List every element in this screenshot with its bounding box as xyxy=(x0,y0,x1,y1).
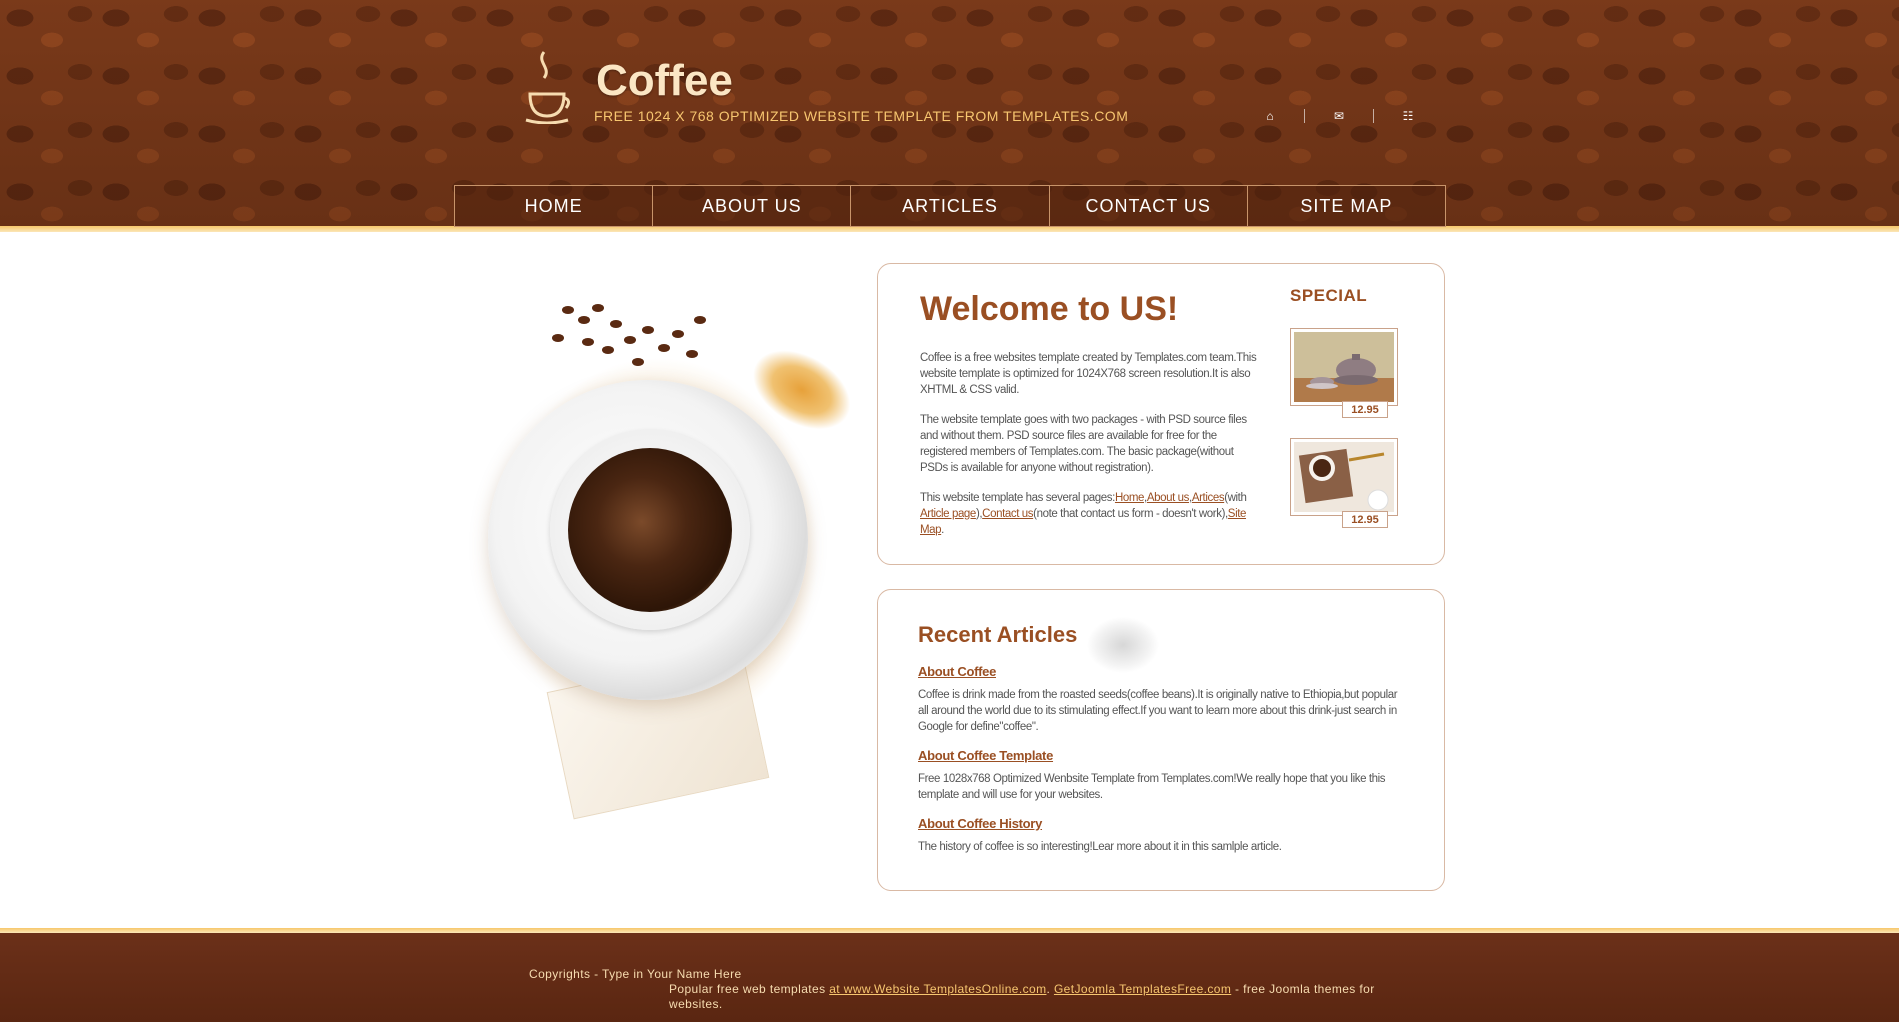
recent-articles-panel: Recent Articles About Coffee Coffee is d… xyxy=(877,589,1445,891)
article-title-link[interactable]: About Coffee History xyxy=(918,816,1408,831)
nav-home[interactable]: HOME xyxy=(455,186,654,226)
special-item[interactable]: 12.95 xyxy=(1290,328,1400,424)
article-summary: Coffee is drink made from the roasted se… xyxy=(918,689,1398,733)
contact-note-text: (note that contact us form - doesn't wor… xyxy=(1033,508,1228,520)
special-heading: SPECIAL xyxy=(1290,286,1368,305)
welcome-heading: Welcome to US! xyxy=(920,290,1179,328)
popular-prefix: Popular free web templates xyxy=(669,982,830,996)
nav-contact-us[interactable]: CONTACT US xyxy=(1050,186,1248,226)
main-navigation: HOME ABOUT US ARTICLES CONTACT US SITE M… xyxy=(454,185,1446,227)
nav-articles[interactable]: ARTICLES xyxy=(851,186,1050,226)
site-tagline: FREE 1024 X 768 OPTIMIZED WEBSITE TEMPLA… xyxy=(594,108,1129,124)
link-article-page[interactable]: Article page xyxy=(920,508,976,520)
article-item: About Coffee Coffee is drink made from t… xyxy=(918,664,1408,735)
coffee-surface-graphic xyxy=(568,448,732,612)
recent-articles-heading: Recent Articles xyxy=(918,622,1078,647)
special-item[interactable]: 12.95 xyxy=(1290,438,1400,534)
nav-about-us[interactable]: ABOUT US xyxy=(653,186,852,226)
welcome-paragraph-3: This website template has several pages:… xyxy=(920,492,1247,536)
top-utility-icons: ⌂ ✉ ☷ xyxy=(1262,108,1416,124)
teapot-image xyxy=(1294,332,1394,402)
home-icon[interactable]: ⌂ xyxy=(1262,108,1278,124)
mail-icon[interactable]: ✉ xyxy=(1331,108,1347,124)
welcome-panel: Welcome to US! Coffee is a free websites… xyxy=(877,263,1445,565)
copyright-text: Copyrights - Type in Your Name Here xyxy=(529,967,742,981)
site-logo-title[interactable]: Coffee xyxy=(596,56,733,106)
hero-coffee-image xyxy=(458,250,901,836)
popular-templates-text: Popular free web templates at www.Websit… xyxy=(669,982,1409,1012)
special-thumbnail[interactable] xyxy=(1290,438,1398,516)
with-text: (with xyxy=(1224,492,1247,504)
website-templates-online-link[interactable]: at www.Website TemplatesOnline.com xyxy=(829,982,1046,996)
footer: Copyrights - Type in Your Name Here Popu… xyxy=(0,933,1899,1022)
special-thumbnail[interactable] xyxy=(1290,328,1398,406)
article-item: About Coffee Template Free 1028x768 Opti… xyxy=(918,748,1408,803)
article-title-link[interactable]: About Coffee xyxy=(918,664,1408,679)
sentence-end: . xyxy=(941,524,944,536)
article-summary: The history of coffee is so interesting!… xyxy=(918,841,1282,853)
coffee-cup-logo-icon xyxy=(525,51,571,124)
price-tag: 12.95 xyxy=(1342,401,1388,418)
link-home[interactable]: Home xyxy=(1115,492,1144,504)
sitemap-icon[interactable]: ☷ xyxy=(1400,108,1416,124)
welcome-paragraph-2: The website template goes with two packa… xyxy=(920,414,1247,474)
link-contact-us[interactable]: Contact us xyxy=(982,508,1033,520)
icon-separator xyxy=(1373,109,1374,123)
footer-separator: . xyxy=(1046,982,1054,996)
getjoomla-templates-link[interactable]: GetJoomla TemplatesFree.com xyxy=(1054,982,1231,996)
icon-separator xyxy=(1304,109,1305,123)
welcome-body: Coffee is a free websites template creat… xyxy=(920,350,1260,552)
welcome-paragraph-1: Coffee is a free websites template creat… xyxy=(920,352,1257,396)
pages-intro-text: This website template has several pages: xyxy=(920,492,1115,504)
article-item: About Coffee History The history of coff… xyxy=(918,816,1408,855)
link-about-us[interactable]: About us xyxy=(1147,492,1190,504)
article-summary: Free 1028x768 Optimized Wenbsite Templat… xyxy=(918,773,1386,801)
link-articles[interactable]: Artices xyxy=(1192,492,1225,504)
article-title-link[interactable]: About Coffee Template xyxy=(918,748,1408,763)
nav-site-map[interactable]: SITE MAP xyxy=(1248,186,1445,226)
coffee-cup-photo-image xyxy=(1294,442,1394,512)
price-tag: 12.95 xyxy=(1342,511,1388,528)
